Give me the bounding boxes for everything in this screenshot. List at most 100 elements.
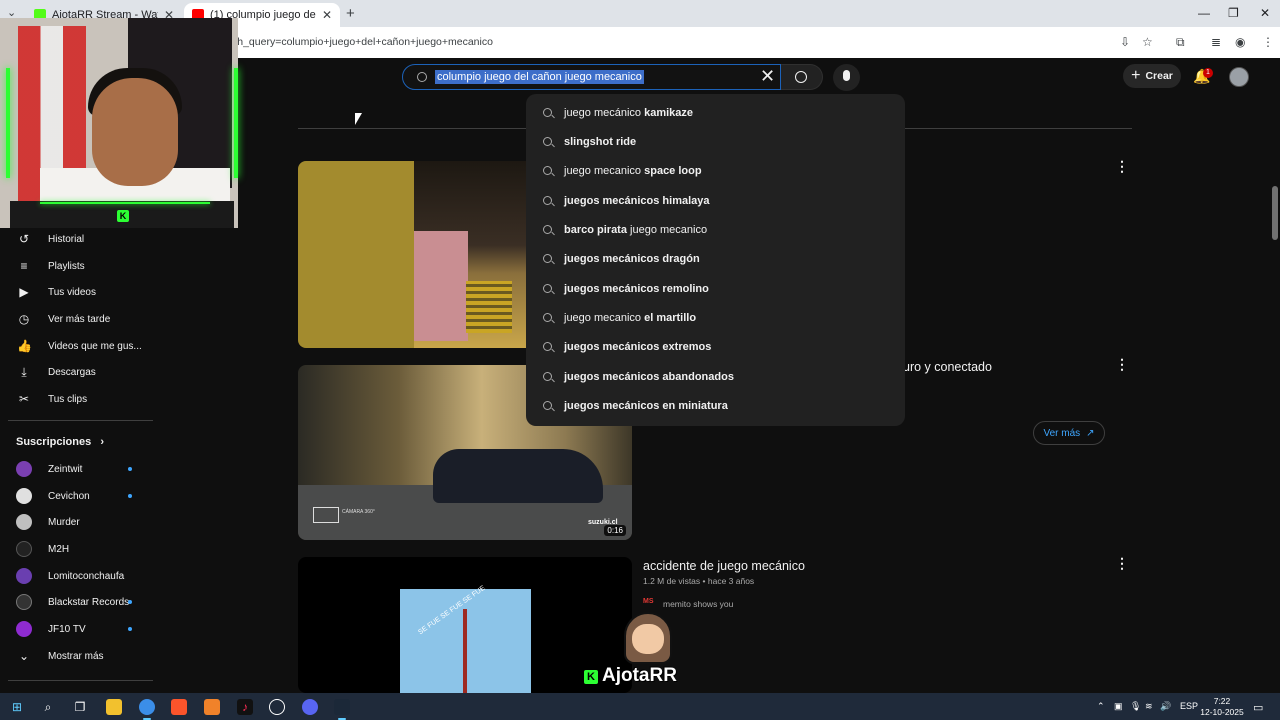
search-icon — [543, 137, 552, 146]
video-menu-icon[interactable]: ⋮ — [1115, 356, 1129, 373]
search-suggestion[interactable]: juegos mecánicos remolino — [526, 274, 905, 303]
chrome-icon[interactable] — [139, 699, 155, 720]
tray-app-icon[interactable]: ▣ — [1114, 701, 1123, 712]
sidebar-item-label: Historial — [48, 233, 85, 245]
suggestion-plain: juego mecanico — [564, 311, 645, 324]
thumbnail-image: SE FUE SE FUE SE FUE — [400, 585, 531, 693]
sidebar-item-subscription[interactable]: Zeintwit — [0, 456, 153, 482]
close-tab-icon[interactable]: ✕ — [322, 8, 332, 22]
sidebar-item-subscription[interactable]: M2H — [0, 536, 153, 562]
obs-icon[interactable] — [269, 699, 285, 715]
sidebar-item-label: Blackstar Records — [48, 596, 130, 608]
task-view-icon[interactable]: ❐ — [72, 699, 88, 715]
sidebar-item-label: Zeintwit — [48, 463, 83, 475]
new-tab-button[interactable]: + — [346, 5, 355, 22]
sidebar-item-your-videos[interactable]: ▶ Tus videos — [0, 279, 153, 305]
see-more-label: Ver más — [1043, 427, 1081, 439]
create-button[interactable]: + Crear — [1123, 64, 1181, 88]
clock-time: 7:22 — [1213, 696, 1231, 706]
restore-button[interactable]: ❐ — [1228, 6, 1239, 20]
wifi-icon[interactable]: ≋ — [1145, 701, 1153, 712]
sidebar-item-downloads[interactable]: ⤓ Descargas — [0, 359, 153, 385]
thumbnail-text: SE FUE SE FUE SE FUE — [417, 584, 487, 637]
sidebar-item-playlists[interactable]: ≡ Playlists — [0, 253, 153, 279]
sidebar-show-more[interactable]: ⌄ Mostrar más — [0, 643, 153, 669]
search-suggestion[interactable]: juego mecanico space loop — [526, 156, 905, 185]
clear-search-icon[interactable]: ✕ — [760, 66, 775, 87]
search-icon[interactable]: ⌕ — [40, 699, 56, 715]
thumbnail-detail — [414, 231, 468, 341]
video-menu-icon[interactable]: ⋮ — [1115, 158, 1129, 175]
search-icon — [795, 71, 807, 83]
close-window-button[interactable]: ✕ — [1260, 6, 1270, 20]
playlist-icon: ≡ — [20, 259, 28, 273]
reading-list-icon[interactable]: ≣ — [1211, 35, 1221, 49]
search-suggestion[interactable]: juego mecanico el martillo — [526, 303, 905, 332]
sidebar-item-liked-videos[interactable]: 👍 Videos que me gus... — [0, 333, 153, 359]
page-scrollbar-thumb[interactable] — [1272, 186, 1278, 240]
notification-center-icon[interactable]: ▭ — [1253, 701, 1263, 714]
thumbnail-detail — [466, 281, 512, 333]
video-menu-icon[interactable]: ⋮ — [1115, 555, 1129, 572]
video-thumbnail[interactable]: SE FUE SE FUE SE FUE — [298, 557, 632, 693]
sidebar-item-subscription[interactable]: JF10 TV — [0, 616, 153, 642]
taskbar-clock[interactable]: 7:22 12-10-2025 — [1200, 696, 1244, 718]
sidebar-item-subscription[interactable]: Murder — [0, 509, 153, 535]
camera-360-text: CÁMARA 360° — [342, 509, 375, 515]
subscriptions-heading[interactable]: Suscripciones › — [16, 436, 104, 448]
bookmark-star-icon[interactable]: ☆ — [1142, 35, 1153, 49]
minimize-button[interactable]: — — [1198, 6, 1210, 20]
windows-start-icon[interactable]: ⊞ — [9, 699, 25, 715]
sidebar-item-clips[interactable]: ✂ Tus clips — [0, 386, 153, 412]
channel-avatar — [16, 488, 32, 504]
browser-menu-icon[interactable]: ⋮ — [1262, 35, 1274, 49]
profile-icon[interactable]: ◉ — [1235, 35, 1245, 49]
url-field[interactable]: ch_query=columpio+juego+del+cañon+juego+… — [232, 36, 493, 48]
account-avatar[interactable] — [1229, 67, 1249, 87]
language-indicator[interactable]: ESP — [1180, 701, 1198, 711]
kick-logo-icon: K — [584, 670, 598, 684]
search-suggestion[interactable]: juegos mecánicos en miniatura — [526, 391, 905, 420]
search-suggestion[interactable]: juegos mecánicos himalaya — [526, 186, 905, 215]
extensions-icon[interactable]: ⧉ — [1176, 35, 1185, 50]
brave-icon[interactable] — [171, 699, 187, 715]
new-content-dot — [128, 494, 132, 498]
search-suggestions-dropdown: juego mecánico kamikaze slingshot ride j… — [526, 94, 905, 426]
search-query-text[interactable]: columpio juego del cañon juego mecanico — [435, 70, 644, 84]
voice-search-button[interactable] — [833, 64, 860, 91]
sidebar-item-subscription[interactable]: Cevichon — [0, 483, 153, 509]
sidebar-item-label: M2H — [48, 543, 70, 555]
video-title[interactable]: uro y conectado — [903, 360, 992, 374]
suggestion-text: juegos mecánicos abandonados — [564, 371, 734, 383]
sidebar-item-subscription[interactable]: Lomitoconchaufa — [0, 563, 153, 589]
page-scrollbar-track[interactable] — [1271, 58, 1280, 692]
streamer-name: AjotaRR — [602, 665, 677, 686]
see-more-button[interactable]: Ver más ↗ — [1033, 421, 1105, 445]
search-suggestion[interactable]: barco pirata juego mecanico — [526, 215, 905, 244]
search-button[interactable] — [781, 64, 823, 90]
discord-icon[interactable] — [302, 699, 318, 715]
tiktok-icon[interactable]: ♪ — [237, 699, 253, 715]
search-input[interactable]: columpio juego del cañon juego mecanico — [402, 64, 781, 90]
suggestion-text: juego mecánico kamikaze — [564, 107, 693, 119]
app-icon[interactable] — [204, 699, 220, 715]
file-explorer-icon[interactable] — [106, 699, 122, 715]
install-app-icon[interactable]: ⇩ — [1120, 35, 1130, 49]
search-suggestion[interactable]: slingshot ride — [526, 127, 905, 156]
search-suggestion[interactable]: juegos mecánicos extremos — [526, 332, 905, 361]
video-title[interactable]: accidente de juego mecánico — [643, 559, 805, 573]
suggestion-bold: space loop — [644, 164, 702, 177]
sidebar-item-history[interactable]: ↺ Historial — [0, 226, 153, 252]
steam-icon[interactable] — [334, 699, 350, 720]
webcam-frame-bottom: K — [10, 201, 234, 228]
search-suggestion[interactable]: juego mecánico kamikaze — [526, 98, 905, 127]
sidebar-item-watch-later[interactable]: ◷ Ver más tarde — [0, 306, 153, 332]
chevron-up-icon[interactable]: ⌃ — [1097, 701, 1105, 712]
channel-avatar[interactable]: MS — [643, 598, 659, 608]
microphone-icon[interactable]: 🎙 — [1130, 701, 1141, 712]
search-suggestion[interactable]: juegos mecánicos dragón — [526, 244, 905, 273]
search-suggestion[interactable]: juegos mecánicos abandonados — [526, 362, 905, 391]
volume-icon[interactable]: 🔊 — [1160, 701, 1171, 712]
sidebar-item-subscription[interactable]: Blackstar Records — [0, 589, 153, 615]
channel-name[interactable]: memito shows you — [663, 599, 733, 609]
